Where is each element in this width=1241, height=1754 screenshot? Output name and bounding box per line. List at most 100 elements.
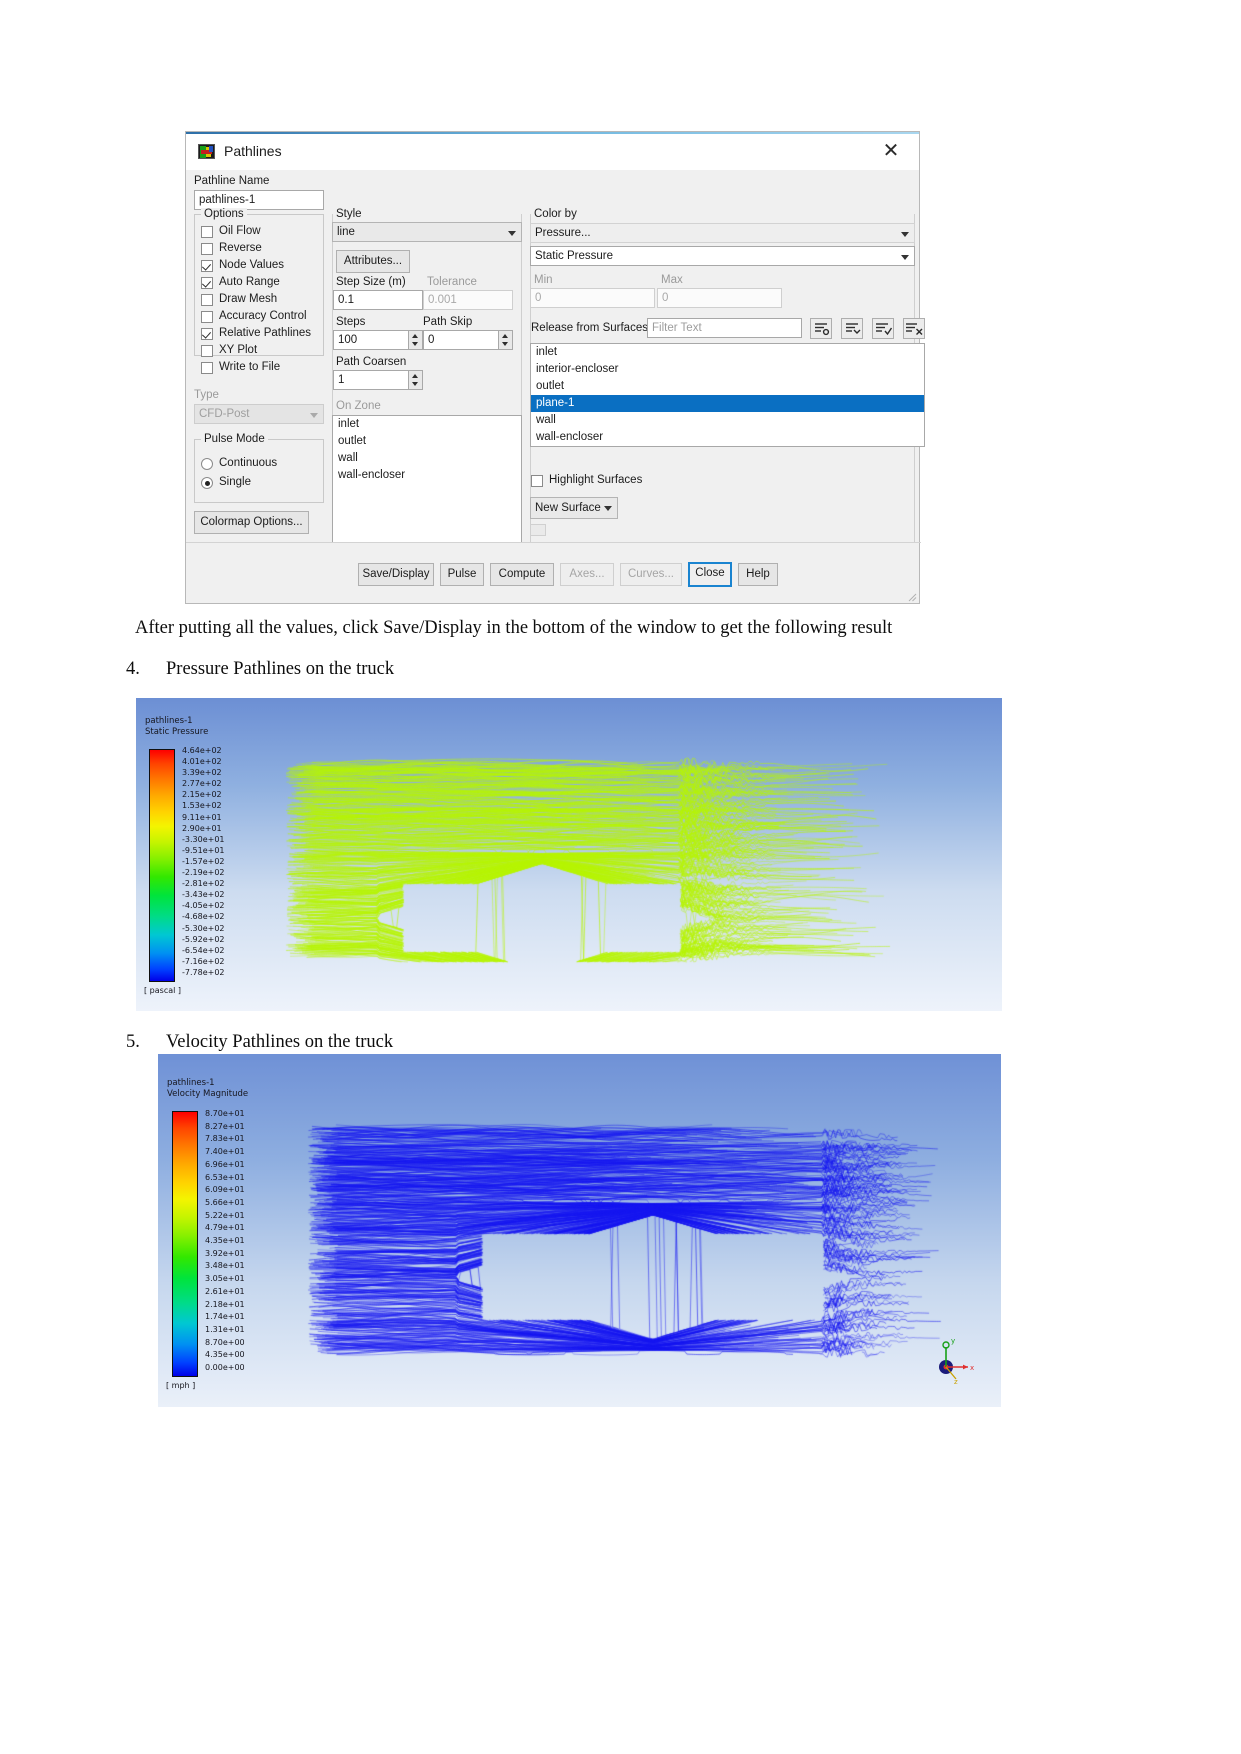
label-continuous: Continuous bbox=[219, 457, 278, 469]
path-coarsen-label: Path Coarsen bbox=[336, 356, 407, 368]
style-select-value: line bbox=[337, 226, 355, 238]
pulse-mode-group-title: Pulse Mode bbox=[201, 433, 268, 445]
release-from-surfaces-label: Release from Surfaces bbox=[531, 322, 648, 334]
path-skip-input[interactable]: 0 bbox=[423, 330, 499, 350]
list-item[interactable]: outlet bbox=[333, 433, 521, 450]
label-accuracy-control: Accuracy Control bbox=[219, 310, 307, 322]
checkbox-auto-range[interactable] bbox=[201, 277, 213, 289]
color-by-category-select[interactable]: Pressure... bbox=[530, 223, 915, 243]
pathline-name-input[interactable]: pathlines-1 bbox=[194, 190, 324, 210]
close-button[interactable]: Close bbox=[688, 562, 732, 587]
list-collapse-icon[interactable] bbox=[841, 318, 863, 339]
list-item[interactable]: interior-encloser bbox=[531, 361, 924, 378]
button-bar-separator bbox=[186, 542, 921, 543]
list-item[interactable]: inlet bbox=[531, 344, 924, 361]
checkbox-xy-plot[interactable] bbox=[201, 345, 213, 357]
label-oil-flow: Oil Flow bbox=[219, 225, 261, 237]
list-item[interactable]: wall bbox=[333, 450, 521, 467]
pulse-button[interactable]: Pulse bbox=[440, 563, 484, 586]
chevron-down-icon bbox=[310, 413, 318, 418]
dialog-body: Pathline Name pathlines-1 Options Oil Fl… bbox=[186, 170, 925, 603]
list-check-icon[interactable] bbox=[872, 318, 894, 339]
new-surface-dropdown[interactable]: New Surface bbox=[530, 497, 618, 519]
checkbox-highlight-surfaces[interactable] bbox=[531, 475, 543, 487]
checkbox-write-to-file[interactable] bbox=[201, 362, 213, 374]
compute-button[interactable]: Compute bbox=[490, 563, 554, 586]
chevron-down-icon bbox=[901, 255, 909, 260]
list-item[interactable]: inlet bbox=[333, 416, 521, 433]
help-button[interactable]: Help bbox=[738, 563, 778, 586]
steps-label: Steps bbox=[336, 316, 366, 328]
min-label: Min bbox=[534, 274, 553, 286]
surface-filter-input[interactable]: Filter Text bbox=[647, 318, 802, 338]
checkbox-oil-flow[interactable] bbox=[201, 226, 213, 238]
type-label: Type bbox=[194, 389, 219, 401]
label-write-to-file: Write to File bbox=[219, 361, 281, 373]
tolerance-label: Tolerance bbox=[427, 276, 477, 288]
checkbox-relative-pathlines[interactable] bbox=[201, 328, 213, 340]
axes-button: Axes... bbox=[560, 563, 614, 586]
style-label: Style bbox=[336, 208, 362, 220]
checkbox-accuracy-control[interactable] bbox=[201, 311, 213, 323]
attributes-button[interactable]: Attributes... bbox=[336, 250, 410, 273]
list-item[interactable]: wall bbox=[531, 412, 924, 429]
list-item[interactable]: wall-encloser bbox=[333, 467, 521, 484]
surface-extra-box[interactable] bbox=[530, 524, 546, 536]
path-skip-stepper[interactable] bbox=[499, 330, 513, 350]
close-icon[interactable]: ✕ bbox=[873, 140, 909, 164]
resize-grip-icon[interactable] bbox=[908, 593, 917, 602]
axes-triad-icon: x y z bbox=[939, 1337, 974, 1386]
radio-continuous[interactable] bbox=[201, 458, 213, 470]
label-single: Single bbox=[219, 476, 251, 488]
dialog-titlebar: Pathlines ✕ bbox=[186, 134, 919, 170]
path-coarsen-input[interactable]: 1 bbox=[333, 370, 409, 390]
save-display-button[interactable]: Save/Display bbox=[358, 563, 434, 586]
list-number-5: 5. bbox=[126, 1032, 140, 1052]
style-select[interactable]: line bbox=[332, 222, 522, 242]
chevron-down-icon bbox=[604, 506, 612, 511]
color-by-category-value: Pressure... bbox=[535, 227, 591, 239]
step-size-input[interactable]: 0.1 bbox=[333, 290, 423, 310]
heading-velocity-pathlines: Velocity Pathlines on the truck bbox=[166, 1032, 394, 1052]
type-select: CFD-Post bbox=[194, 404, 324, 424]
label-relative-pathlines: Relative Pathlines bbox=[219, 327, 312, 339]
checkbox-node-values[interactable] bbox=[201, 260, 213, 272]
checkbox-draw-mesh[interactable] bbox=[201, 294, 213, 306]
label-xy-plot: XY Plot bbox=[219, 344, 258, 356]
label-auto-range: Auto Range bbox=[219, 276, 280, 288]
chevron-down-icon bbox=[508, 231, 516, 236]
max-input[interactable]: 0 bbox=[657, 288, 782, 308]
steps-input[interactable]: 100 bbox=[333, 330, 409, 350]
tolerance-input: 0.001 bbox=[423, 290, 513, 310]
svg-text:z: z bbox=[954, 1378, 958, 1386]
pulse-mode-group: Pulse Mode bbox=[194, 433, 324, 503]
list-filter-icon[interactable] bbox=[810, 318, 832, 339]
colormap-options-button[interactable]: Colormap Options... bbox=[194, 511, 309, 534]
instruction-paragraph: After putting all the values, click Save… bbox=[135, 618, 893, 638]
steps-stepper[interactable] bbox=[409, 330, 423, 350]
on-zone-list[interactable]: inlet outlet wall wall-encloser bbox=[332, 415, 522, 543]
heading-pressure-pathlines: Pressure Pathlines on the truck bbox=[166, 659, 395, 679]
list-item-selected[interactable]: plane-1 bbox=[531, 395, 924, 412]
color-by-field-select[interactable]: Static Pressure bbox=[530, 246, 915, 266]
figure-pressure-pathlines: pathlines-1 Static Pressure 4.64e+02 4.0… bbox=[136, 698, 1002, 1011]
list-clear-icon[interactable] bbox=[903, 318, 925, 339]
step-size-label: Step Size (m) bbox=[336, 276, 406, 288]
radio-single[interactable] bbox=[201, 477, 213, 489]
path-coarsen-stepper[interactable] bbox=[409, 370, 423, 390]
list-item[interactable]: wall-encloser bbox=[531, 429, 924, 446]
release-surfaces-list[interactable]: inlet interior-encloser outlet plane-1 w… bbox=[530, 343, 925, 447]
dialog-title: Pathlines bbox=[224, 143, 282, 159]
label-reverse: Reverse bbox=[219, 242, 262, 254]
pathlines-dialog: Pathlines ✕ Pathline Name pathlines-1 Op… bbox=[185, 131, 925, 604]
min-input[interactable]: 0 bbox=[530, 288, 655, 308]
chevron-down-icon bbox=[901, 232, 909, 237]
pressure-pathlines-canvas bbox=[136, 698, 1002, 1011]
max-label: Max bbox=[661, 274, 683, 286]
label-highlight-surfaces: Highlight Surfaces bbox=[549, 474, 643, 486]
list-item[interactable]: outlet bbox=[531, 378, 924, 395]
svg-text:y: y bbox=[951, 1337, 955, 1345]
checkbox-reverse[interactable] bbox=[201, 243, 213, 255]
color-by-label: Color by bbox=[534, 208, 577, 220]
svg-text:x: x bbox=[970, 1364, 974, 1372]
